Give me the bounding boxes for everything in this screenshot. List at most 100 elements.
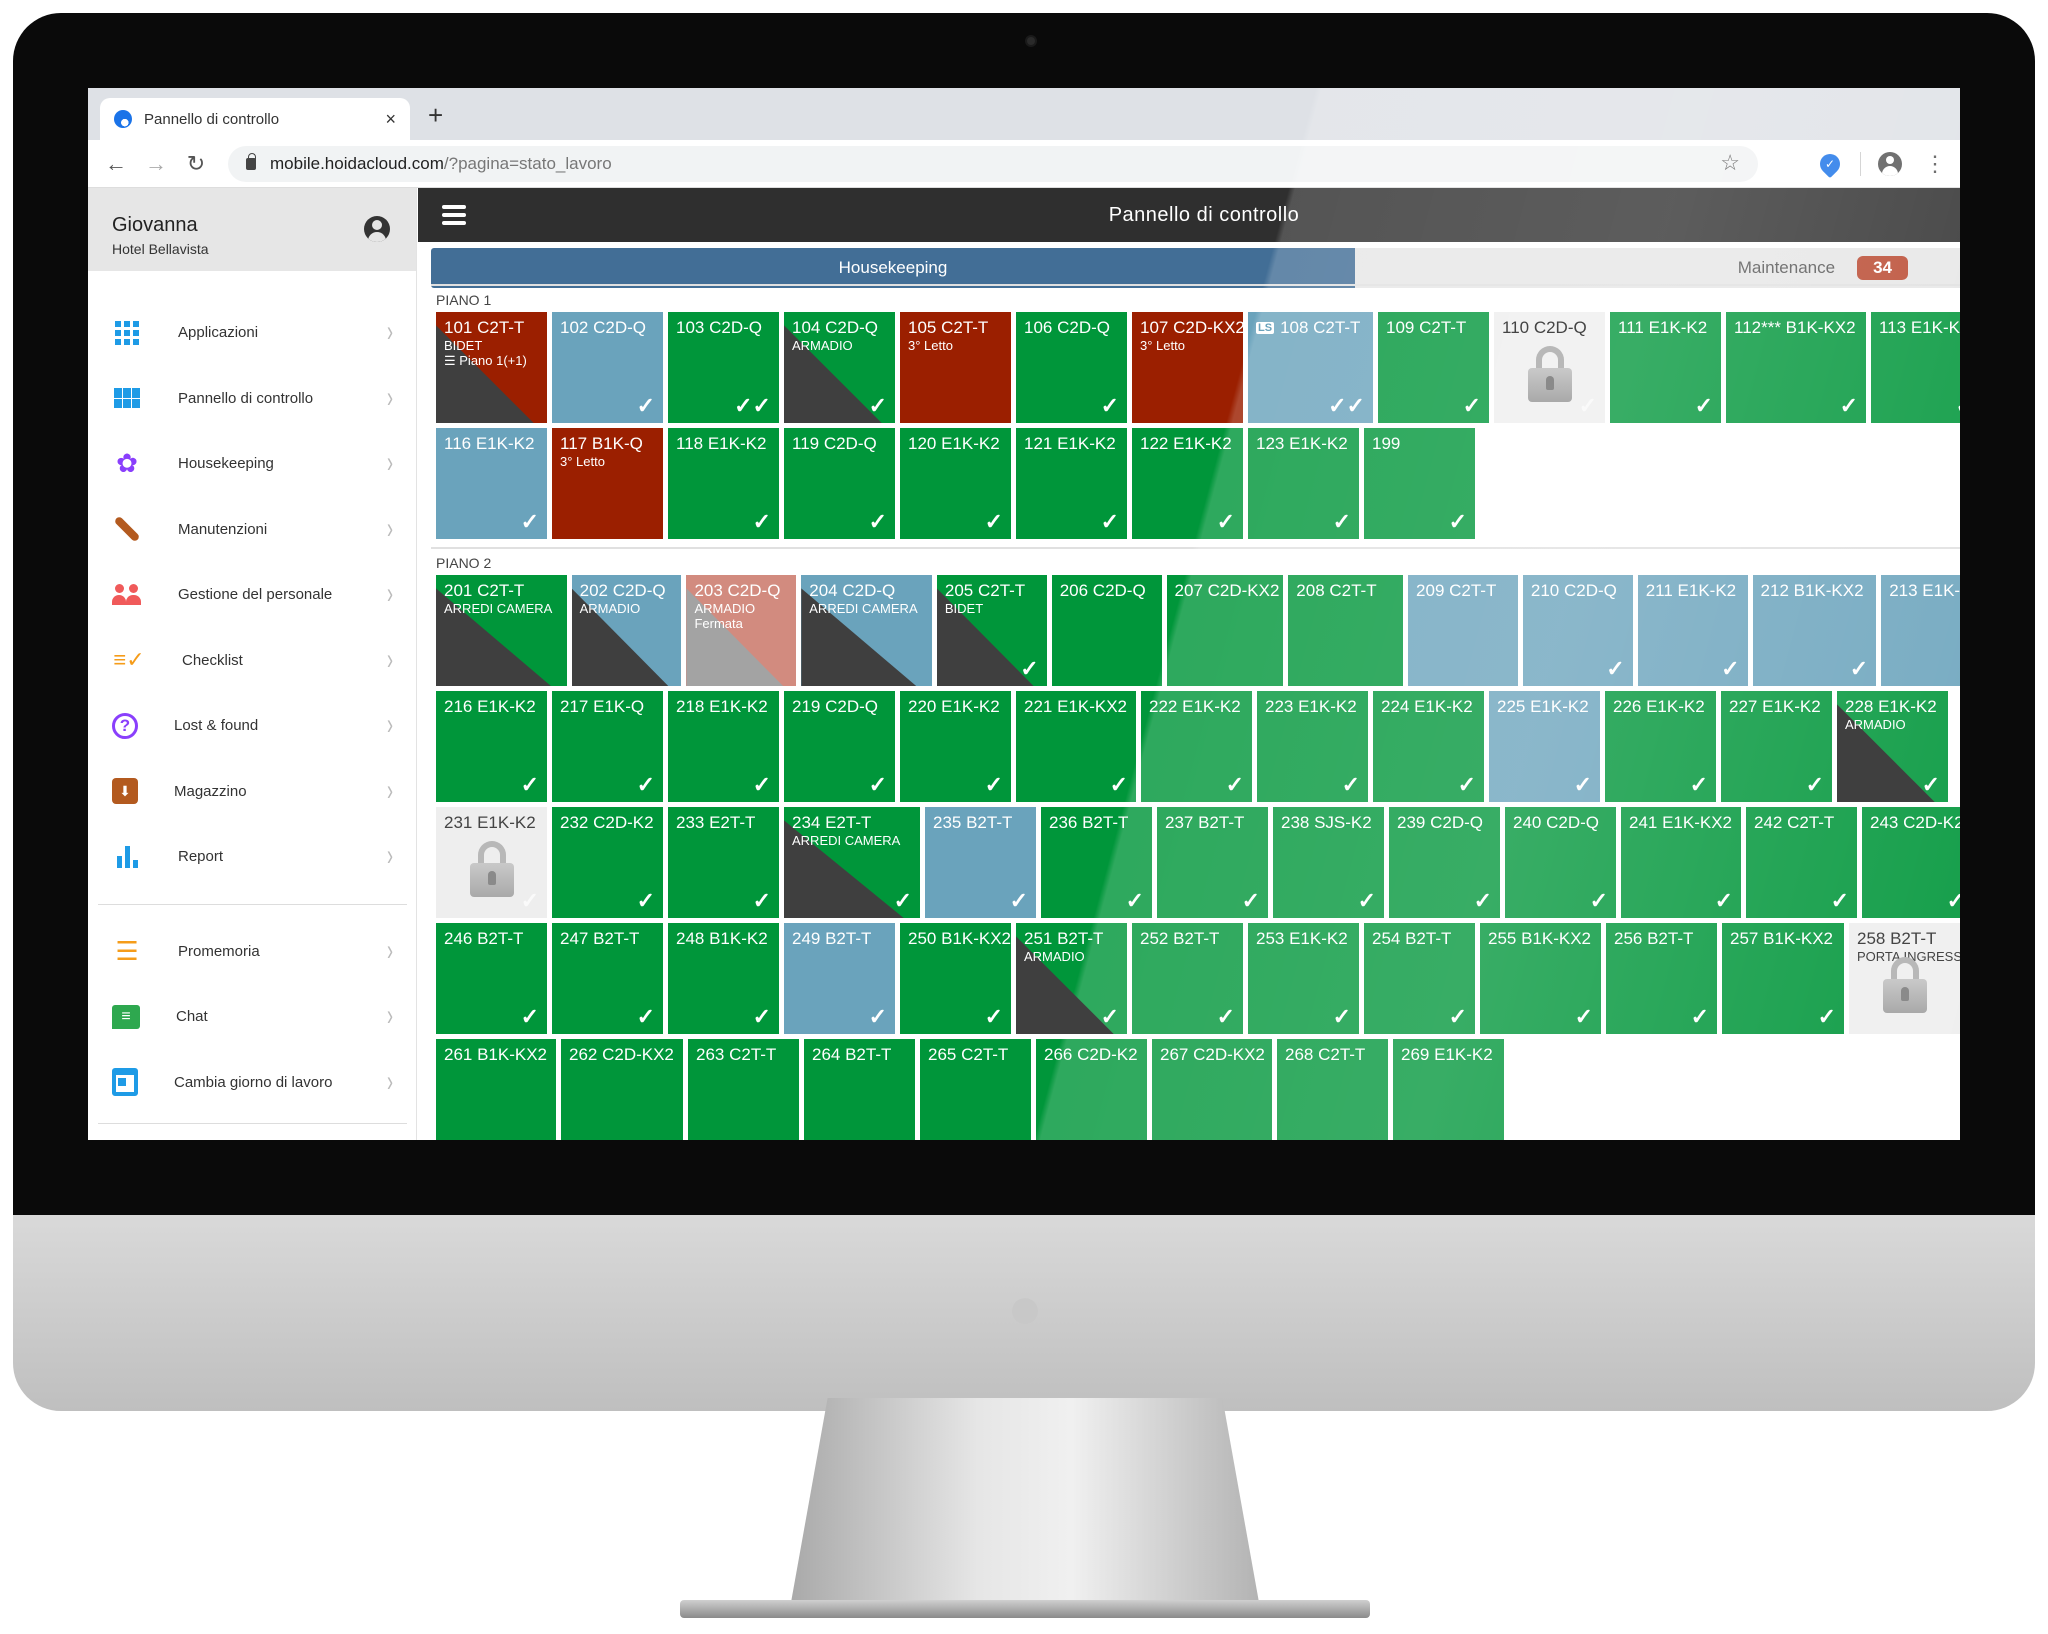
room-tile[interactable]: 241 E1K-KX2 ✓ <box>1621 807 1741 918</box>
room-tile[interactable]: 228 E1K-K2 ARMADIO ✓ <box>1837 691 1948 802</box>
reload-button[interactable]: ↻ <box>176 151 216 177</box>
room-tile[interactable]: 235 B2T-T ✓ <box>925 807 1036 918</box>
room-tile[interactable]: 216 E1K-K2 ✓ <box>436 691 547 802</box>
room-tile[interactable]: 206 C2D-Q <box>1051 575 1162 686</box>
room-tile[interactable]: 239 C2D-Q ✓ <box>1389 807 1500 918</box>
room-tile[interactable]: 238 SJS-K2 ✓ <box>1273 807 1384 918</box>
room-tile[interactable]: 204 C2D-Q ARREDI CAMERA <box>801 575 932 686</box>
room-tile[interactable]: 118 E1K-K2 ✓ <box>668 428 779 539</box>
room-tile[interactable]: 104 C2D-Q ARMADIO ✓ <box>784 312 895 423</box>
room-tile[interactable]: 267 C2D-KX2 <box>1152 1039 1272 1140</box>
room-tile[interactable]: 262 C2D-KX2 <box>561 1039 683 1140</box>
room-tile[interactable]: 112*** B1K-KX2 ✓ <box>1726 312 1866 423</box>
address-bar[interactable]: mobile.hoidacloud.com /?pagina=stato_lav… <box>228 146 1758 182</box>
room-tile[interactable]: 107 C2D-KX2 3° Letto <box>1132 312 1243 423</box>
sidebar-item-gestione-del-personale[interactable]: Gestione del personale › <box>88 562 417 628</box>
forward-button[interactable]: → <box>136 151 176 177</box>
room-tile[interactable]: 257 B1K-KX2 ✓ <box>1722 923 1844 1034</box>
room-tile[interactable]: 101 C2T-T BIDET ☰ Piano 1(+1) <box>436 312 547 423</box>
room-tile[interactable]: 219 C2D-Q ✓ <box>784 691 895 802</box>
room-tile[interactable]: 203 C2D-Q ARMADIO Fermata <box>686 575 797 686</box>
room-tile[interactable]: 253 E1K-K2 ✓ <box>1248 923 1359 1034</box>
profile-avatar-icon[interactable] <box>1878 152 1902 176</box>
room-tile[interactable]: 119 C2D-Q ✓ <box>784 428 895 539</box>
sidebar-item-applicazioni[interactable]: Applicazioni › <box>88 300 417 366</box>
close-tab-icon[interactable]: × <box>385 109 396 130</box>
room-tile[interactable]: 247 B2T-T ✓ <box>552 923 663 1034</box>
room-tile[interactable]: 217 E1K-Q ✓ <box>552 691 663 802</box>
room-tile[interactable]: 227 E1K-K2 ✓ <box>1721 691 1832 802</box>
room-tile[interactable]: 212 B1K-KX2 ✓ <box>1752 575 1877 686</box>
extension-icon[interactable]: ✓ <box>1815 149 1845 179</box>
tab-housekeeping[interactable]: Housekeeping <box>431 248 1355 288</box>
room-tile[interactable]: 237 B2T-T ✓ <box>1157 807 1268 918</box>
room-tile[interactable]: 226 E1K-K2 ✓ <box>1605 691 1716 802</box>
room-tile[interactable]: 113 E1K-K2 ✓ <box>1871 312 1960 423</box>
room-tile[interactable]: 218 E1K-K2 ✓ <box>668 691 779 802</box>
room-tile[interactable]: 116 E1K-K2 ✓ <box>436 428 547 539</box>
sidebar-item-cambia-giorno-di-lavoro[interactable]: Cambia giorno di lavoro › <box>88 1050 417 1116</box>
room-tile[interactable]: 236 B2T-T ✓ <box>1041 807 1152 918</box>
room-tile[interactable]: 122 E1K-K2 ✓ <box>1132 428 1243 539</box>
browser-menu-icon[interactable]: ⋮ <box>1924 150 1946 178</box>
room-tile[interactable]: 106 C2D-Q ✓ <box>1016 312 1127 423</box>
sidebar-item-lost-found[interactable]: ? Lost & found › <box>88 693 417 759</box>
sidebar-item-chat[interactable]: ≡ Chat › <box>88 984 417 1050</box>
room-tile[interactable]: 243 C2D-K2 ✓ <box>1862 807 1960 918</box>
room-tile[interactable]: 269 E1K-K2 <box>1393 1039 1504 1140</box>
room-tile[interactable]: 268 C2T-T <box>1277 1039 1388 1140</box>
account-circle-icon[interactable] <box>364 216 390 242</box>
room-tile[interactable]: 248 B1K-K2 ✓ <box>668 923 779 1034</box>
room-tile[interactable]: 221 E1K-KX2 ✓ <box>1016 691 1136 802</box>
room-tile[interactable]: 121 E1K-K2 ✓ <box>1016 428 1127 539</box>
sidebar-item-magazzino[interactable]: ⬇ Magazzino › <box>88 759 417 825</box>
room-tile[interactable]: 240 C2D-Q ✓ <box>1505 807 1616 918</box>
room-tile[interactable]: 223 E1K-K2 ✓ <box>1257 691 1368 802</box>
room-tile[interactable]: 225 E1K-K2 ✓ <box>1489 691 1600 802</box>
room-tile[interactable]: 210 C2D-Q ✓ <box>1522 575 1633 686</box>
sidebar-item-housekeeping[interactable]: ✿ Housekeeping › <box>88 431 417 497</box>
room-tile[interactable]: 265 C2T-T <box>920 1039 1031 1140</box>
room-tile[interactable]: 224 E1K-K2 ✓ <box>1373 691 1484 802</box>
room-tile[interactable]: 209 C2T-T <box>1408 575 1518 686</box>
room-tile[interactable]: 254 B2T-T ✓ <box>1364 923 1475 1034</box>
back-button[interactable]: ← <box>96 151 136 177</box>
room-tile[interactable]: 252 B2T-T ✓ <box>1132 923 1243 1034</box>
room-tile[interactable]: 242 C2T-T ✓ <box>1746 807 1857 918</box>
room-tile[interactable]: 266 C2D-K2 <box>1036 1039 1147 1140</box>
room-tile[interactable]: 249 B2T-T ✓ <box>784 923 895 1034</box>
room-tile[interactable]: 258 B2T-TPORTA INGRESSO <box>1849 923 1960 1034</box>
room-tile[interactable]: 233 E2T-T ✓ <box>668 807 779 918</box>
room-tile[interactable]: 231 E1K-K2 ✓ <box>436 807 547 918</box>
room-tile[interactable]: 201 C2T-T ARREDI CAMERA <box>436 575 567 686</box>
sidebar-item-manutenzioni[interactable]: Manutenzioni › <box>88 497 417 563</box>
room-tile[interactable]: 222 E1K-K2 ✓ <box>1141 691 1252 802</box>
room-tile[interactable]: 110 C2D-Q ✓ <box>1494 312 1605 423</box>
new-tab-button[interactable]: + <box>428 100 443 131</box>
room-tile[interactable]: 120 E1K-K2 ✓ <box>900 428 1011 539</box>
sidebar-item-checklist[interactable]: ≡✓ Checklist › <box>88 628 417 694</box>
bookmark-star-icon[interactable]: ☆ <box>1720 150 1740 176</box>
room-tile[interactable]: 205 C2T-T BIDET ✓ <box>936 575 1047 686</box>
room-tile[interactable]: 102 C2D-Q ✓ <box>552 312 663 423</box>
room-tile[interactable]: 103 C2D-Q ✓✓ <box>668 312 779 423</box>
sidebar-item-promemoria[interactable]: ☰ Promemoria › <box>88 919 417 985</box>
sidebar-item-pannello-di-controllo[interactable]: Pannello di controllo › <box>88 366 417 432</box>
room-tile[interactable]: 250 B1K-KX2 ✓ <box>900 923 1011 1034</box>
room-tile[interactable]: 220 E1K-K2 ✓ <box>900 691 1011 802</box>
room-tile[interactable]: 202 C2D-Q ARMADIO <box>571 575 682 686</box>
room-tile[interactable]: 251 B2T-T ARMADIO ✓ <box>1016 923 1127 1034</box>
room-tile[interactable]: 255 B1K-KX2 ✓ <box>1480 923 1601 1034</box>
room-tile[interactable]: 232 C2D-K2 ✓ <box>552 807 663 918</box>
room-tile[interactable]: 105 C2T-T 3° Letto <box>900 312 1011 423</box>
room-tile[interactable]: 208 C2T-T <box>1288 575 1404 686</box>
room-tile[interactable]: LS 108 C2T-T ✓✓ <box>1248 312 1373 423</box>
room-tile[interactable]: 111 E1K-K2 ✓ <box>1610 312 1721 423</box>
sidebar-item-report[interactable]: Report › <box>88 824 417 890</box>
room-tile[interactable]: 263 C2T-T <box>688 1039 799 1140</box>
room-tile[interactable]: 264 B2T-T <box>804 1039 915 1140</box>
room-tile[interactable]: 246 B2T-T ✓ <box>436 923 547 1034</box>
room-tile[interactable]: 211 E1K-K2 ✓ <box>1637 575 1748 686</box>
room-tile[interactable]: 117 B1K-Q 3° Letto <box>552 428 663 539</box>
room-tile[interactable]: 234 E2T-T ARREDI CAMERA ✓ <box>784 807 920 918</box>
